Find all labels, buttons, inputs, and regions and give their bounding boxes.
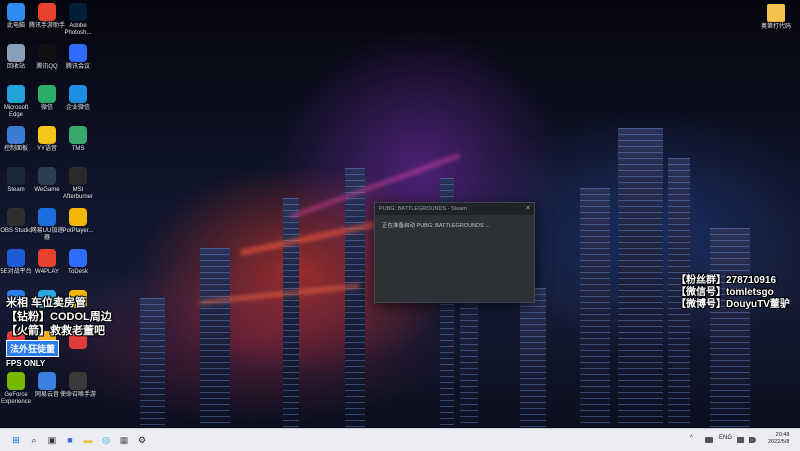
wechat-icon <box>38 85 56 103</box>
photoshop-icon <box>69 3 87 21</box>
wallpaper-tower <box>200 248 230 428</box>
potplayer-icon <box>69 208 87 226</box>
wallpaper-tower <box>580 188 610 428</box>
search-icon[interactable]: ⌕ <box>26 432 42 448</box>
tms-icon <box>69 126 87 144</box>
edge-icon[interactable]: ◎ <box>98 432 114 448</box>
overlay-line: 【钻粉】CODOL周边 <box>6 311 112 323</box>
wallpaper-tower <box>345 168 365 428</box>
wallpaper-tower <box>283 198 299 428</box>
desktop-icon-label: 企业微信 <box>65 105 90 111</box>
network-icon[interactable] <box>705 437 713 443</box>
desktop-icon[interactable]: 腾讯会议 <box>60 44 96 71</box>
obs-icon <box>7 208 25 226</box>
cloud-music-icon <box>38 372 56 390</box>
desktop-folder[interactable]: 奥第打代码 <box>758 4 794 31</box>
wallpaper-tower <box>710 228 750 428</box>
stream-overlay-right: 【粉丝群】278710916 【微信号】tomletsgo 【微博号】Douyu… <box>676 275 790 311</box>
wallpaper-tower <box>618 128 663 428</box>
desktop-icon[interactable]: Adobe Photosh... <box>60 3 96 37</box>
desktop-icon-label: 腾讯会议 <box>65 64 90 70</box>
taskbar: ⊞ ⌕ ▣ ■ ▬ ◎ ▦ ⚙ ^ ENG 20:48 2022/5/8 <box>0 428 800 451</box>
close-icon[interactable]: × <box>526 203 530 215</box>
taskbar-clock[interactable]: 20:48 2022/5/8 <box>768 432 789 446</box>
dialog-message: 正在准备启动 PUBG: BATTLEGROUNDS ... <box>382 223 490 229</box>
computer-icon <box>7 3 25 21</box>
steam-icon <box>7 167 25 185</box>
taskbar-app-icon[interactable]: ■ <box>62 432 78 448</box>
control-panel-icon <box>7 126 25 144</box>
desktop-icon-label: Adobe Photosh... <box>64 23 92 36</box>
desktop-icon[interactable]: MSI Afterburner <box>60 167 96 201</box>
uu-icon <box>38 208 56 226</box>
5e-icon <box>7 249 25 267</box>
overlay-fans-group: 【粉丝群】278710916 <box>676 275 777 286</box>
yy-icon <box>38 126 56 144</box>
desktop-icon-label: MSI Afterburner <box>62 187 93 200</box>
volume-icon[interactable] <box>749 437 756 443</box>
wecom-icon <box>69 85 87 103</box>
network-status-icon[interactable] <box>737 437 744 443</box>
desktop-icon[interactable]: 使命召唤手游 <box>60 372 96 399</box>
desktop-icon-label: PotPlayer... <box>62 228 94 234</box>
steam-icon[interactable]: ⚙ <box>134 432 150 448</box>
wegame-icon <box>38 167 56 185</box>
wallpaper-tower <box>520 288 546 428</box>
desktop-icon-label: TMS <box>71 146 85 152</box>
dialog-titlebar[interactable]: PUBG: BATTLEGROUNDS - Steam × <box>375 203 534 215</box>
cod-icon <box>69 372 87 390</box>
w4play-icon <box>38 249 56 267</box>
desktop-icon-label: 使命召唤手游 <box>60 392 97 398</box>
clock-time: 20:48 <box>775 432 790 438</box>
language-indicator[interactable]: ENG <box>719 435 732 441</box>
edge-icon <box>7 85 25 103</box>
desktop-icon[interactable]: ToDesk <box>60 249 96 276</box>
overlay-wechat: 【微信号】tomletsgo <box>676 287 774 298</box>
afterburner-icon <box>69 167 87 185</box>
tray-chevron-icon[interactable]: ^ <box>690 435 693 441</box>
steam-launch-dialog: PUBG: BATTLEGROUNDS - Steam × 正在准备启动 PUB… <box>374 202 535 303</box>
desktop-icon[interactable]: 企业微信 <box>60 85 96 112</box>
overlay-line: 米相 车位卖房管 <box>6 297 87 309</box>
overlay-weibo: 【微博号】DouyuTV董驴 <box>676 299 790 310</box>
store-icon[interactable]: ▦ <box>116 432 132 448</box>
clock-date: 2022/5/8 <box>768 439 790 445</box>
task-view-icon[interactable]: ▣ <box>44 432 60 448</box>
desktop-folder-label: 奥第打代码 <box>760 24 791 30</box>
todesk-icon <box>69 249 87 267</box>
start-icon[interactable]: ⊞ <box>8 432 24 448</box>
desktop-icon[interactable]: PotPlayer... <box>60 208 96 235</box>
geforce-icon <box>7 372 25 390</box>
tencent-game-icon <box>38 3 56 21</box>
desktop-icon-label: ToDesk <box>67 269 88 275</box>
tencent-meeting-icon <box>69 44 87 62</box>
dialog-title: PUBG: BATTLEGROUNDS - Steam <box>379 206 467 212</box>
qq-icon <box>38 44 56 62</box>
file-explorer-icon[interactable]: ▬ <box>80 432 96 448</box>
desktop-icon[interactable]: TMS <box>60 126 96 153</box>
wallpaper-tower <box>140 298 165 428</box>
overlay-line: 【火箭】救救老董吧 <box>6 325 105 337</box>
recycle-bin-icon <box>7 44 25 62</box>
folder-icon <box>767 4 785 22</box>
streamer-name-badge: 法外狂徒董 <box>6 340 60 357</box>
overlay-tag: FPS ONLY <box>6 359 46 368</box>
stream-overlay-left: 米相 车位卖房管 【钻粉】CODOL周边 【火箭】救救老董吧 法外狂徒董 FPS… <box>6 296 112 368</box>
